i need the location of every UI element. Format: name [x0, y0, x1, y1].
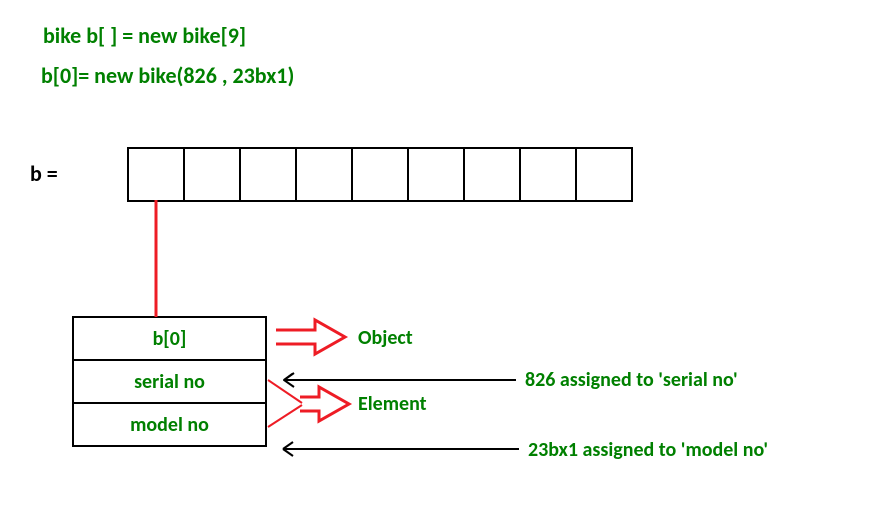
array-cell [575, 147, 633, 202]
array-cell [295, 147, 353, 202]
assign-model-label: 23bx1 assigned to 'model no' [528, 438, 768, 462]
assign-serial-label: 826 assigned to 'serial no' [525, 368, 738, 392]
array-cell [183, 147, 241, 202]
array-cell [351, 147, 409, 202]
array-cell [407, 147, 465, 202]
element-arrow-icon [300, 387, 349, 421]
array-row [127, 147, 633, 202]
object-label: Object [358, 326, 413, 350]
object-header-row: b[0] [72, 316, 267, 361]
array-cell [519, 147, 577, 202]
array-cell [127, 147, 185, 202]
array-variable-label: b = [30, 160, 58, 187]
object-table: b[0] serial no model no [72, 316, 267, 447]
branch-line-top [268, 380, 302, 403]
object-arrow-icon [276, 320, 345, 354]
code-line-2: b[0]= new bike(826 , 23bx1) [41, 62, 294, 89]
object-field-row: model no [72, 402, 267, 447]
assign-serial-line [284, 373, 516, 387]
array-cell [239, 147, 297, 202]
code-line-1: bike b[ ] = new bike[9] [43, 22, 246, 49]
branch-line-bottom [268, 405, 302, 427]
array-cell [463, 147, 521, 202]
assign-model-line [283, 442, 519, 456]
object-field-row: serial no [72, 359, 267, 404]
element-label: Element [358, 392, 427, 416]
